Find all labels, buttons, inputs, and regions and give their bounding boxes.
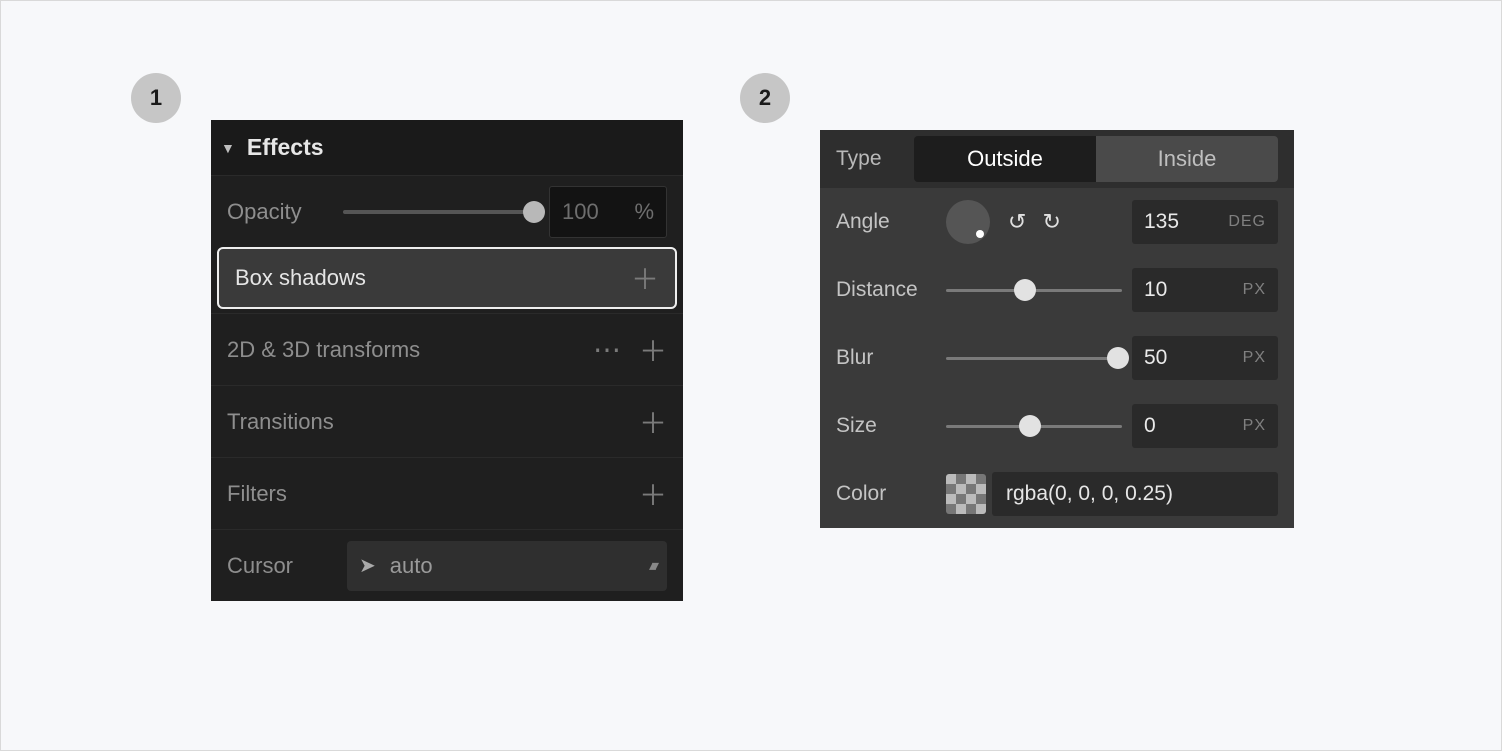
blur-unit: PX	[1243, 349, 1266, 367]
shadow-settings-panel: Type Outside Inside Angle ↺ ↻ 135 DEG Di…	[820, 130, 1294, 528]
color-swatch[interactable]	[946, 474, 986, 514]
distance-value: 10	[1144, 278, 1167, 302]
box-shadows-label: Box shadows	[235, 265, 366, 291]
angle-label: Angle	[836, 210, 946, 234]
distance-unit: PX	[1243, 281, 1266, 299]
rotate-ccw-icon[interactable]: ↺	[1008, 209, 1026, 235]
angle-input[interactable]: 135 DEG	[1132, 200, 1278, 244]
blur-row: Blur 50 PX	[820, 324, 1294, 392]
select-chevrons-icon: ▴▾	[649, 557, 655, 574]
box-shadows-row[interactable]: Box shadows ＋	[217, 247, 677, 309]
transforms-row[interactable]: 2D & 3D transforms ⋯ ＋	[211, 313, 683, 385]
effects-panel-title: Effects	[247, 134, 324, 161]
blur-slider[interactable]	[946, 357, 1122, 360]
opacity-slider[interactable]	[343, 210, 535, 214]
shadow-type-label: Type	[836, 147, 914, 171]
effects-panel: ▼ Effects Opacity 100 % Box shadows ＋ 2D…	[211, 120, 683, 601]
opacity-input[interactable]: 100 %	[549, 186, 667, 238]
distance-input[interactable]: 10 PX	[1132, 268, 1278, 312]
size-row: Size 0 PX	[820, 392, 1294, 460]
distance-slider-thumb[interactable]	[1014, 279, 1036, 301]
cursor-pointer-icon: ➤	[359, 553, 376, 578]
cursor-row: Cursor ➤ auto ▴▾	[211, 529, 683, 601]
angle-dial-indicator	[976, 230, 984, 238]
size-slider-thumb[interactable]	[1019, 415, 1041, 437]
add-box-shadow-icon[interactable]: ＋	[631, 258, 659, 298]
filters-row[interactable]: Filters ＋	[211, 457, 683, 529]
transforms-more-icon[interactable]: ⋯	[593, 333, 621, 366]
shadow-type-inside[interactable]: Inside	[1096, 136, 1278, 182]
size-input[interactable]: 0 PX	[1132, 404, 1278, 448]
size-slider[interactable]	[946, 425, 1122, 428]
blur-slider-thumb[interactable]	[1107, 347, 1129, 369]
collapse-triangle-icon[interactable]: ▼	[221, 140, 235, 156]
rotate-cw-icon[interactable]: ↻	[1042, 209, 1060, 235]
cursor-value: auto	[390, 553, 433, 579]
step-badge-1: 1	[131, 73, 181, 123]
opacity-label: Opacity	[227, 199, 337, 225]
cursor-label: Cursor	[227, 553, 337, 579]
step-badge-2: 2	[740, 73, 790, 123]
add-transition-icon[interactable]: ＋	[639, 402, 667, 442]
distance-row: Distance 10 PX	[820, 256, 1294, 324]
transforms-label: 2D & 3D transforms	[227, 337, 420, 363]
effects-panel-header[interactable]: ▼ Effects	[211, 120, 683, 175]
size-label: Size	[836, 414, 946, 438]
opacity-value: 100	[562, 199, 599, 225]
blur-value: 50	[1144, 346, 1167, 370]
transitions-label: Transitions	[227, 409, 334, 435]
blur-input[interactable]: 50 PX	[1132, 336, 1278, 380]
color-input[interactable]: rgba(0, 0, 0, 0.25)	[992, 472, 1278, 516]
blur-label: Blur	[836, 346, 946, 370]
shadow-type-row: Type Outside Inside	[820, 130, 1294, 188]
angle-dial[interactable]	[946, 200, 990, 244]
add-filter-icon[interactable]: ＋	[639, 474, 667, 514]
transitions-row[interactable]: Transitions ＋	[211, 385, 683, 457]
color-label: Color	[836, 482, 946, 506]
angle-value: 135	[1144, 210, 1179, 234]
opacity-row: Opacity 100 %	[211, 175, 683, 247]
shadow-type-toggle: Outside Inside	[914, 136, 1278, 182]
angle-unit: DEG	[1228, 213, 1266, 231]
shadow-type-outside[interactable]: Outside	[914, 136, 1096, 182]
color-value: rgba(0, 0, 0, 0.25)	[1006, 482, 1173, 506]
opacity-slider-thumb[interactable]	[523, 201, 545, 223]
opacity-unit: %	[634, 199, 654, 225]
distance-label: Distance	[836, 278, 946, 302]
angle-row: Angle ↺ ↻ 135 DEG	[820, 188, 1294, 256]
filters-label: Filters	[227, 481, 287, 507]
size-unit: PX	[1243, 417, 1266, 435]
add-transform-icon[interactable]: ＋	[639, 330, 667, 370]
color-row: Color rgba(0, 0, 0, 0.25)	[820, 460, 1294, 528]
distance-slider[interactable]	[946, 289, 1122, 292]
cursor-select[interactable]: ➤ auto ▴▾	[347, 541, 667, 591]
size-value: 0	[1144, 414, 1156, 438]
